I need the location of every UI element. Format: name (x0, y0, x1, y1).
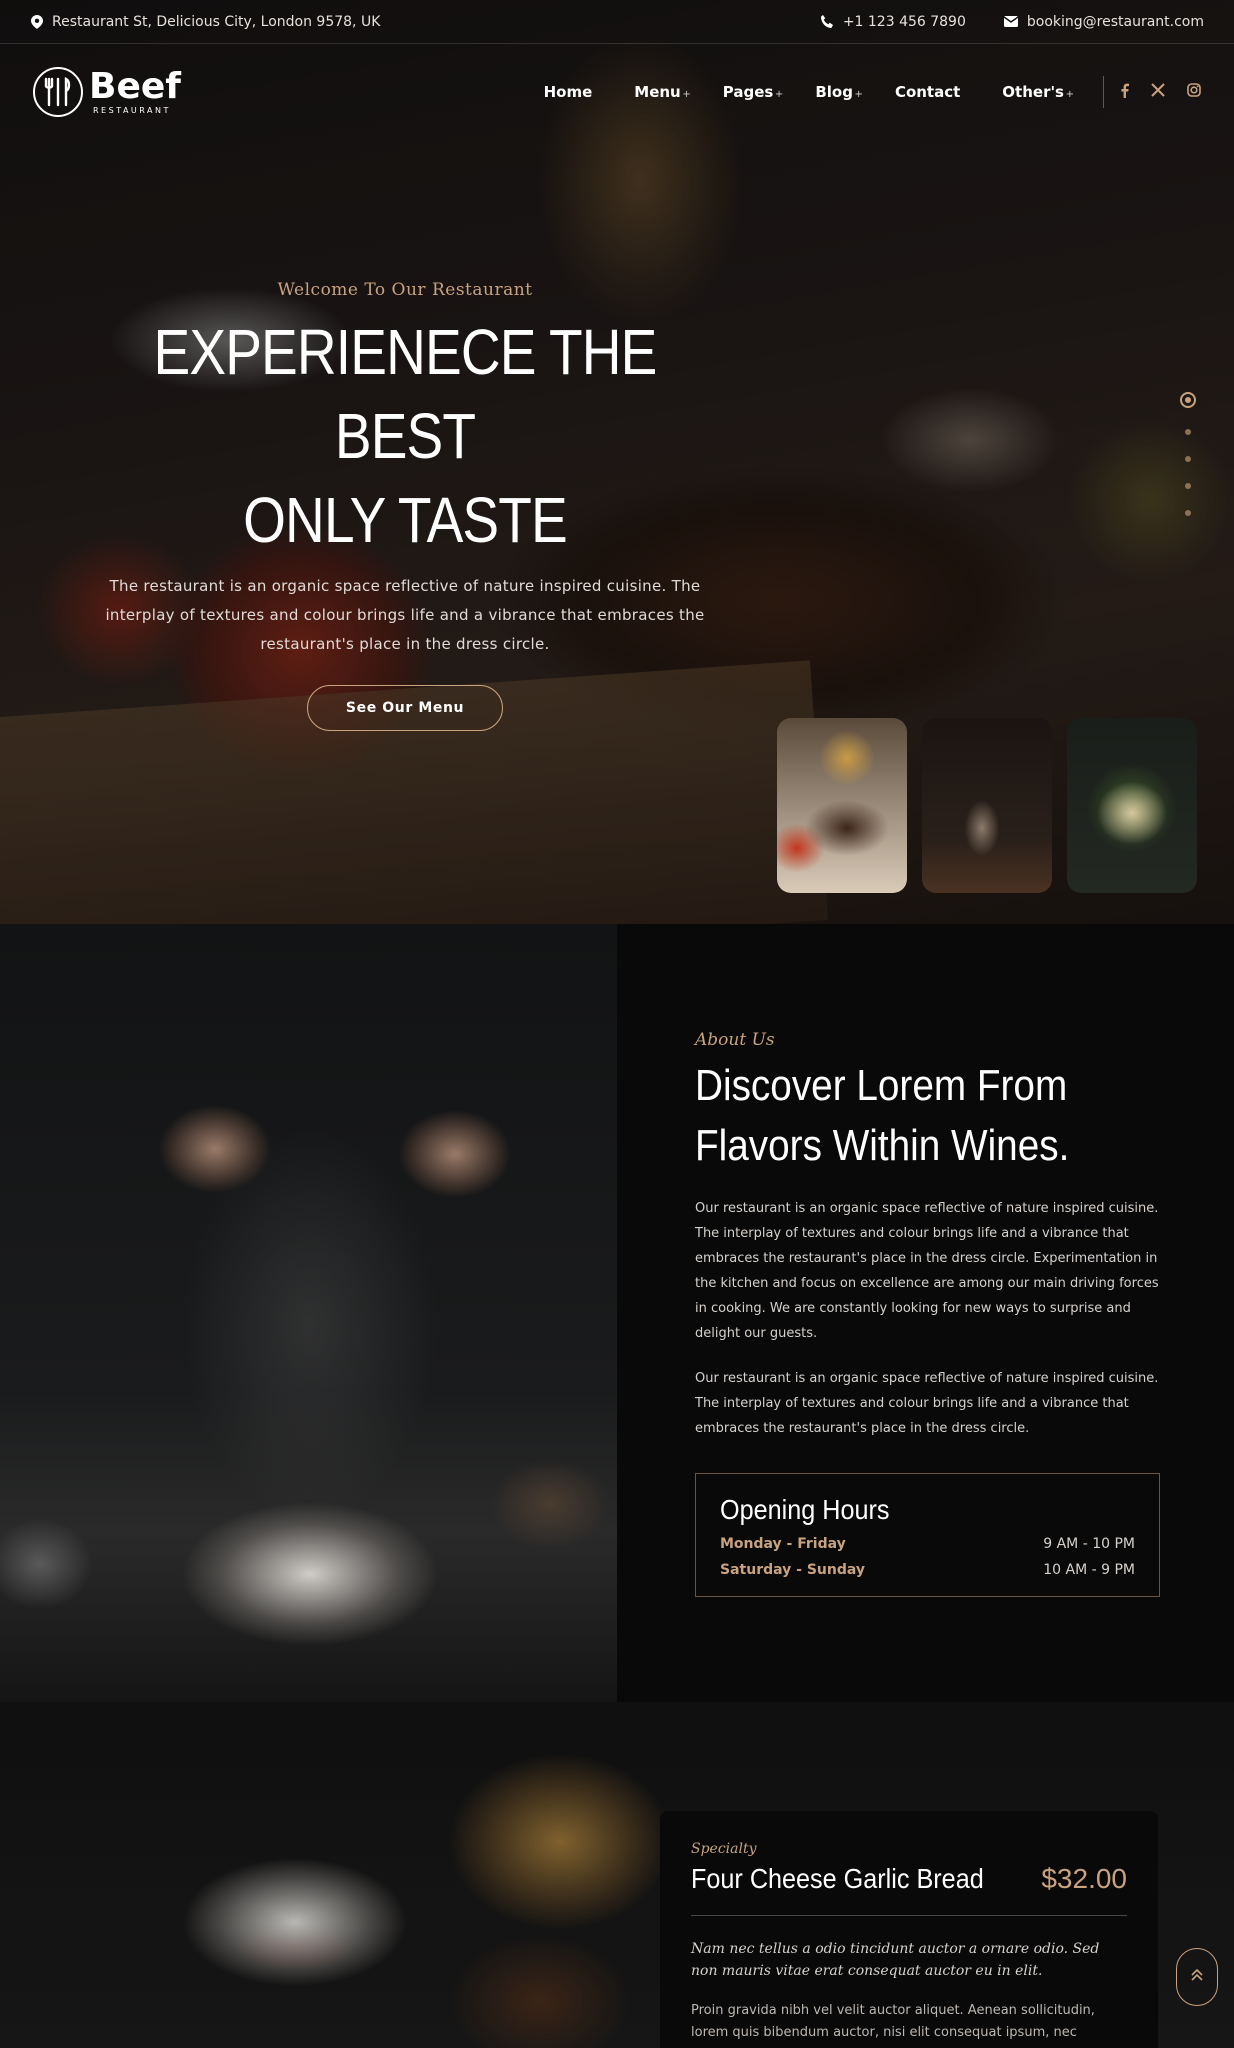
email-text: booking@restaurant.com (1026, 13, 1204, 30)
nav-item-label: Pages (722, 83, 774, 101)
specialty-price: $32.00 (1041, 1863, 1127, 1894)
nav-item-pages[interactable]: Pages + (722, 83, 784, 101)
map-pin-icon (30, 14, 44, 29)
nav-item-others[interactable]: Other's + (1002, 83, 1074, 101)
about-eyebrow: About Us (695, 1030, 775, 1050)
brand-tagline: RESTAURANT (93, 106, 171, 115)
about-title: Discover Lorem From Flavors Within Wines… (695, 1061, 1070, 1170)
thumbnail-salad[interactable] (1067, 718, 1197, 893)
main-navigation: Beef RESTAURANT Home Menu + Pages + Blog + … (0, 45, 1234, 139)
plus-icon: + (854, 89, 863, 100)
phone-text: +1 123 456 7890 (842, 13, 966, 30)
hero-content: Welcome To Our Restaurant EXPERIENECE TH… (95, 280, 715, 731)
specialty-section: Specialty Four Cheese Garlic Bread $32.0… (0, 1702, 1234, 2048)
about-section: About Us Discover Lorem From Flavors Wit… (0, 924, 1234, 1702)
nav-item-contact[interactable]: Contact (895, 83, 960, 101)
about-content: About Us Discover Lorem From Flavors Wit… (695, 1030, 1160, 1597)
nav-item-label: Blog (815, 83, 853, 101)
nav-item-label: Menu (634, 83, 681, 101)
nav-item-menu[interactable]: Menu + (634, 83, 690, 101)
instagram-icon[interactable] (1187, 83, 1201, 101)
back-to-top-button[interactable] (1176, 1948, 1218, 2006)
hours-day: Monday - Friday (720, 1536, 846, 1552)
hero-thumbnails (777, 718, 1197, 893)
nav-item-label: Home (543, 83, 593, 101)
slider-dot-2[interactable] (1185, 429, 1191, 435)
cutlery-icon (33, 67, 83, 117)
slider-dot-5[interactable] (1185, 510, 1191, 516)
about-paragraph-1: Our restaurant is an organic space refle… (695, 1201, 1159, 1341)
see-menu-button[interactable]: See Our Menu (306, 685, 504, 731)
hours-row: Monday - Friday 9 AM - 10 PM (720, 1536, 1135, 1552)
phone-icon (820, 14, 834, 29)
hero-title: EXPERIENECE THE BEST ONLY TASTE (138, 310, 671, 562)
thumbnail-ribs[interactable] (777, 718, 907, 893)
brand-logo[interactable]: Beef RESTAURANT (33, 67, 181, 117)
about-paragraph-2: Our restaurant is an organic space refle… (695, 1371, 1159, 1436)
specialty-text: Proin gravida nibh vel velit auctor aliq… (691, 2003, 1095, 2048)
plus-icon: + (1065, 89, 1074, 100)
opening-hours-box: Opening Hours Monday - Friday 9 AM - 10 … (695, 1473, 1160, 1597)
double-chevron-up-icon (1191, 1968, 1203, 1986)
specialty-eyebrow: Specialty (691, 1841, 757, 1857)
nav-item-home[interactable]: Home (544, 83, 593, 101)
slider-dot-1[interactable] (1180, 392, 1196, 408)
hero-section: Restaurant St, Delicious City, London 95… (0, 0, 1234, 924)
address-text: Restaurant St, Delicious City, London 95… (52, 13, 381, 30)
social-links (1120, 83, 1201, 102)
hours-day: Saturday - Sunday (720, 1562, 865, 1578)
phone-info[interactable]: +1 123 456 7890 (820, 14, 966, 30)
hero-title-line2: ONLY TASTE (243, 484, 568, 556)
email-info[interactable]: booking@restaurant.com (1003, 13, 1204, 30)
nav-item-blog[interactable]: Blog + (815, 83, 863, 101)
hours-time: 9 AM - 10 PM (1043, 1536, 1135, 1552)
slider-pagination (1180, 392, 1196, 516)
nav-item-label: Contact (894, 83, 961, 101)
specialty-quote: Nam nec tellus a odio tincidunt auctor a… (691, 1941, 1100, 1979)
thumbnail-dessert[interactable] (922, 718, 1052, 893)
page: Restaurant St, Delicious City, London 95… (0, 0, 1234, 2048)
top-bar: Restaurant St, Delicious City, London 95… (0, 0, 1234, 44)
plus-icon: + (774, 89, 784, 100)
specialty-card: Specialty Four Cheese Garlic Bread $32.0… (660, 1811, 1158, 2048)
nav-item-label: Other's (1002, 83, 1064, 101)
brand-name: Beef (89, 66, 181, 107)
facebook-icon[interactable] (1120, 83, 1129, 102)
hours-row: Saturday - Sunday 10 AM - 9 PM (720, 1562, 1135, 1578)
x-icon[interactable] (1151, 83, 1165, 101)
opening-hours-title: Opening Hours (720, 1494, 890, 1525)
address-info: Restaurant St, Delicious City, London 95… (30, 14, 380, 30)
hours-time: 10 AM - 9 PM (1043, 1562, 1135, 1578)
hero-welcome: Welcome To Our Restaurant (277, 280, 533, 300)
envelope-icon (1003, 15, 1018, 29)
nav-menu: Home Menu + Pages + Blog + Contact Other's + (523, 83, 1085, 101)
specialty-divider (691, 1915, 1127, 1916)
hero-description: The restaurant is an organic space refle… (105, 577, 705, 653)
hero-title-line1: EXPERIENECE THE BEST (153, 316, 658, 472)
plus-icon: + (682, 89, 691, 100)
slider-dot-4[interactable] (1185, 483, 1191, 489)
specialty-dish-name: Four Cheese Garlic Bread (691, 1863, 984, 1894)
nav-divider (1103, 76, 1104, 108)
slider-dot-3[interactable] (1185, 456, 1191, 462)
about-image-flour-hands (0, 924, 617, 1702)
